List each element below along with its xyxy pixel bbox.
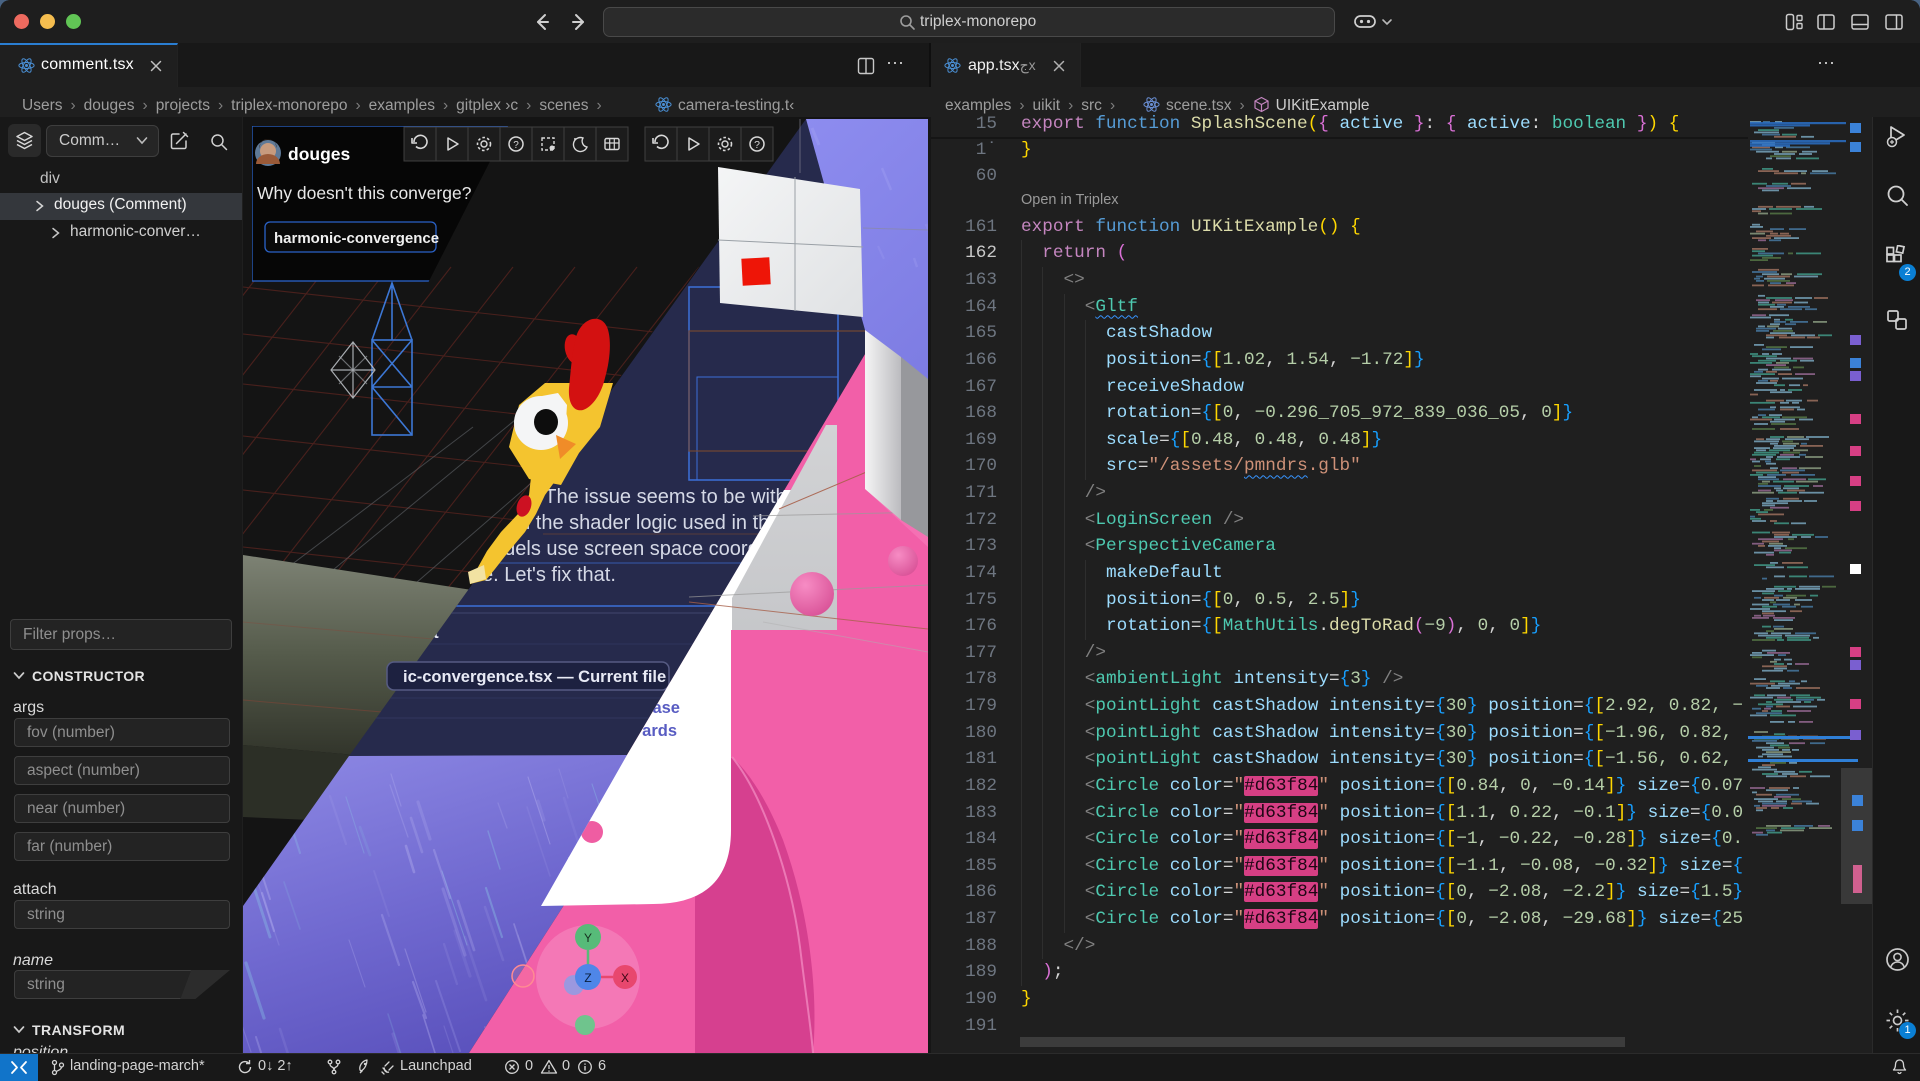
svg-text:ic-convergence.tsx — Current f: ic-convergence.tsx — Current file <box>403 668 666 686</box>
svg-text:odels use screen space coordin: odels use screen space coordin <box>493 538 774 560</box>
svg-text:harmonic-convergence: harmonic-convergence <box>274 230 439 247</box>
svg-text:Why doesn't this converge?: Why doesn't this converge? <box>257 183 472 203</box>
svg-text:douges: douges <box>288 144 350 164</box>
svg-text:?: ? <box>754 139 760 151</box>
svg-text:Y: Y <box>584 931 592 945</box>
svg-text:?: ? <box>513 140 519 151</box>
svg-text:Z: Z <box>584 971 591 985</box>
svg-text:ards: ards <box>642 722 677 740</box>
svg-text:t. The issue seems to be with: t. The issue seems to be with th <box>528 486 809 508</box>
svg-text:X: X <box>621 971 629 985</box>
svg-text:nd the shader logic used in th: nd the shader logic used in the <box>508 512 780 534</box>
